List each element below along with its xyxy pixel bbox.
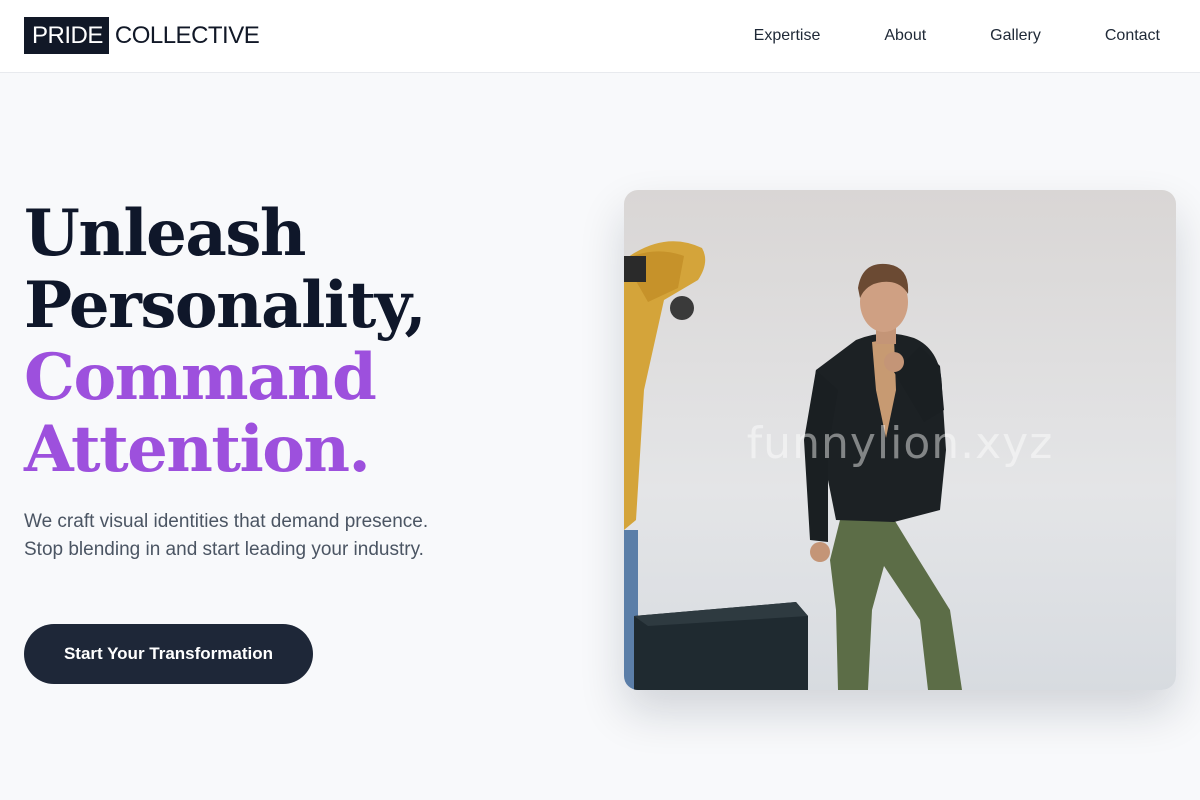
hero-title-line: Unleash — [24, 196, 306, 271]
hero-title-accent-line: Attention. — [24, 412, 371, 487]
brand-logo-text: COLLECTIVE — [114, 21, 260, 49]
brand-logo-box: PRIDE — [24, 17, 109, 54]
nav-link-contact[interactable]: Contact — [1105, 24, 1160, 48]
nav-link-about[interactable]: About — [884, 24, 926, 48]
hero-subtitle: We craft visual identities that demand p… — [24, 511, 429, 560]
nav-link-expertise[interactable]: Expertise — [754, 24, 821, 48]
start-transformation-button[interactable]: Start Your Transformation — [24, 624, 313, 684]
nav-link-gallery[interactable]: Gallery — [990, 24, 1041, 48]
site-header: PRIDE COLLECTIVE Expertise About Gallery… — [0, 0, 1200, 73]
hero-image: funnylion.xyz — [624, 190, 1176, 690]
hero-title-line: Personality, — [24, 268, 427, 343]
hero-photo-illustration — [624, 190, 1176, 690]
brand-logo[interactable]: PRIDE COLLECTIVE — [24, 17, 260, 54]
main-nav: Expertise About Gallery Contact — [754, 24, 1160, 48]
hero-title-accent-line: Command — [24, 340, 377, 415]
hero-title: Unleash Personality, Command Attention. — [24, 198, 584, 486]
